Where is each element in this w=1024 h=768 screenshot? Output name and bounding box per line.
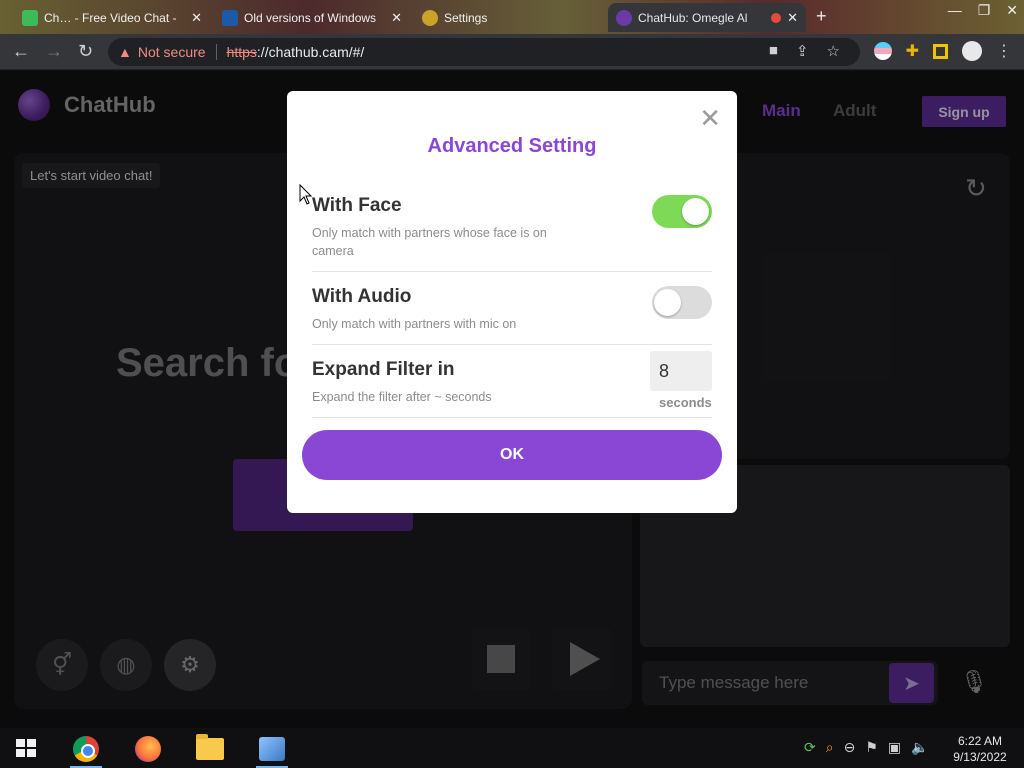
tab-title: ChatHub: Omegle Al: [638, 10, 748, 25]
setting-description: Expand the filter after ~ seconds: [312, 390, 492, 404]
close-icon[interactable]: ✕: [699, 103, 721, 134]
minus-tray-icon[interactable]: ⊖: [844, 739, 856, 756]
divider: [312, 271, 712, 272]
divider: [312, 344, 712, 345]
new-tab-icon[interactable]: +: [816, 6, 827, 27]
ok-button[interactable]: OK: [302, 430, 722, 480]
with-face-toggle[interactable]: [652, 195, 712, 228]
close-icon[interactable]: ✕: [1006, 2, 1018, 19]
network-tray-icon[interactable]: ▣: [888, 739, 901, 756]
setting-description: Only match with partners whose face is o…: [312, 226, 547, 258]
control-panel-icon: [259, 737, 285, 761]
seconds-unit: seconds: [659, 395, 712, 410]
taskbar-chrome[interactable]: [70, 733, 102, 768]
window-controls: — ❐ ✕: [948, 2, 1018, 19]
clock-date: 9/13/2022: [953, 750, 1007, 764]
extensions-area: ✚ ⋮: [873, 41, 1012, 61]
tab-close-icon[interactable]: ✕: [787, 10, 798, 26]
divider: [312, 417, 712, 418]
setting-description: Only match with partners with mic on: [312, 317, 517, 331]
tab-settings[interactable]: Settings: [414, 3, 604, 32]
tab-old-windows[interactable]: Old versions of Windows ✕: [214, 3, 410, 32]
toggle-knob: [654, 289, 681, 316]
chrome-icon: [73, 736, 99, 762]
tab-favicon: [616, 9, 632, 26]
warning-icon[interactable]: ▲: [118, 44, 132, 60]
taskbar-clock[interactable]: 6:22 AM 9/13/2022: [950, 733, 1010, 765]
taskbar-firefox[interactable]: [132, 733, 164, 765]
mouse-cursor-icon: [299, 184, 313, 205]
start-tile: [27, 739, 36, 747]
omnibox[interactable]: ▲ Not secure https ://chathub.cam/#/: [108, 38, 860, 66]
camera-icon[interactable]: ■: [769, 42, 778, 60]
firefox-icon: [135, 736, 161, 762]
advanced-setting-modal: ✕ Advanced Setting With Face Only match …: [287, 91, 737, 513]
taskbar-file-explorer[interactable]: [194, 733, 226, 765]
omnibox-icons: ■ ⇪ ☆: [769, 42, 840, 60]
tab-bar: Ch… - Free Video Chat - ✕ Old versions o…: [0, 0, 1024, 34]
tab-favicon: [222, 9, 238, 26]
security-label[interactable]: Not secure: [138, 44, 206, 60]
tab-chathub-active[interactable]: ChatHub: Omegle Al ✕: [608, 3, 806, 32]
tab-title: Ch… - Free Video Chat -: [44, 10, 177, 25]
windows-taskbar: ⟳ ⌕ ⊖ ⚑ ▣ 🔈 6:22 AM 9/13/2022: [0, 728, 1024, 768]
url-text: ://chathub.cam/#/: [256, 44, 365, 60]
start-tile: [16, 749, 25, 757]
tab-close-icon[interactable]: ✕: [391, 10, 402, 26]
bookmark-star-icon[interactable]: ☆: [827, 42, 840, 60]
toggle-knob: [682, 198, 709, 225]
profile-avatar[interactable]: [962, 41, 982, 61]
tab-title: Old versions of Windows: [244, 10, 377, 25]
search-tray-icon[interactable]: ⌕: [826, 739, 834, 756]
modal-title: Advanced Setting: [427, 135, 597, 157]
expand-seconds-input[interactable]: [650, 351, 712, 391]
minimize-icon[interactable]: —: [948, 2, 962, 19]
maximize-icon[interactable]: ❐: [978, 2, 991, 19]
divider: [215, 44, 217, 60]
gear-icon: [422, 9, 438, 26]
reload-icon[interactable]: ↻: [78, 41, 93, 62]
start-tile: [16, 739, 25, 747]
share-icon[interactable]: ⇪: [796, 42, 809, 60]
menu-dots-icon[interactable]: ⋮: [996, 41, 1012, 61]
extension-flag-icon[interactable]: [873, 42, 892, 60]
tab-close-icon[interactable]: ✕: [191, 10, 202, 26]
folder-icon: [196, 734, 224, 760]
side-panel-icon[interactable]: [933, 43, 948, 59]
url-scheme: https: [226, 44, 257, 60]
security-tray-icon[interactable]: ⟳: [804, 739, 816, 756]
recording-icon: [771, 12, 782, 23]
windows-start-icon[interactable]: [16, 739, 36, 757]
tab-chathub-free[interactable]: Ch… - Free Video Chat - ✕: [14, 3, 210, 32]
setting-with-face: With Face Only match with partners whose…: [312, 195, 712, 260]
start-tile: [27, 749, 36, 757]
clock-time: 6:22 AM: [957, 734, 1003, 748]
back-icon[interactable]: ←: [12, 41, 30, 62]
tab-favicon: [22, 9, 38, 26]
taskbar-control-panel[interactable]: [256, 733, 288, 768]
system-tray: ⟳ ⌕ ⊖ ⚑ ▣ 🔈: [804, 739, 929, 756]
with-audio-toggle[interactable]: [652, 286, 712, 319]
tab-title: Settings: [444, 10, 488, 25]
forward-icon[interactable]: →: [45, 41, 63, 62]
puzzle-icon[interactable]: ✚: [906, 41, 919, 61]
setting-with-audio: With Audio Only match with partners with…: [312, 286, 712, 333]
volume-icon[interactable]: 🔈: [911, 739, 928, 756]
address-bar: ← → ↻ ▲ Not secure https ://chathub.cam/…: [0, 34, 1024, 70]
flag-tray-icon[interactable]: ⚑: [865, 739, 878, 756]
